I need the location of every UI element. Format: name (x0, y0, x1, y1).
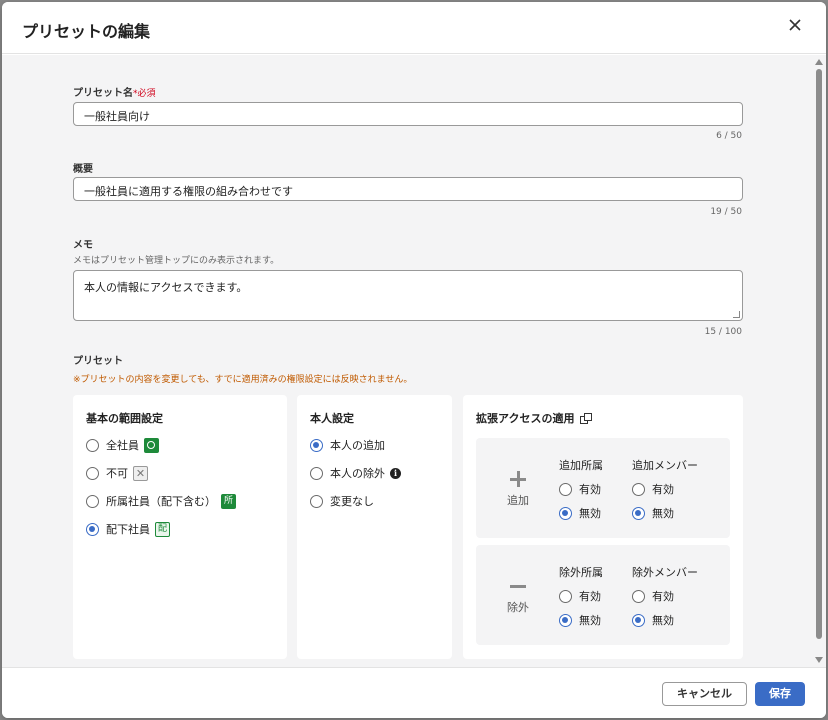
scrollbar[interactable] (815, 59, 823, 663)
add-dept-disabled[interactable]: 無効 (559, 505, 601, 521)
preset-name-counter: 6 / 50 (716, 131, 742, 141)
preset-section-label: プリセット (73, 356, 123, 367)
scroll-down-arrow-icon[interactable] (815, 657, 823, 663)
extended-access-card: 拡張アクセスの適用 追加 追加所属 追加メンバー 有効 無効 有効 無効 除外 … (463, 395, 743, 659)
option-label: 無効 (652, 507, 674, 520)
close-icon[interactable] (786, 16, 804, 34)
option-label: 無効 (652, 614, 674, 627)
remove-member-disabled[interactable]: 無効 (632, 612, 674, 628)
scroll-up-arrow-icon[interactable] (815, 59, 823, 65)
add-member-enabled[interactable]: 有効 (632, 481, 674, 497)
summary-input[interactable]: 一般社員に適用する権限の組み合わせです (73, 177, 743, 201)
all-employees-badge-icon (144, 437, 159, 453)
preset-name-label: プリセット名*必須 (73, 88, 156, 99)
scope-option-all[interactable]: 全社員 (86, 437, 159, 453)
scope-card: 基本の範囲設定 全社員 不可 ✕ 所属社員（配下含む） 所 配下社員 配 (73, 395, 287, 659)
edit-preset-dialog: プリセットの編集 プリセット名*必須 一般社員向け 6 / 50 概要 一般社員… (2, 2, 826, 718)
memo-counter: 15 / 100 (704, 327, 742, 337)
dialog-title: プリセットの編集 (22, 22, 151, 41)
radio-button-selected[interactable] (559, 613, 572, 627)
add-member-disabled[interactable]: 無効 (632, 505, 674, 521)
option-label: 不可 (106, 467, 128, 480)
memo-textarea[interactable]: 本人の情報にアクセスできます。 (73, 270, 743, 321)
option-label: 変更なし (330, 495, 374, 508)
extended-title: 拡張アクセスの適用 (476, 410, 593, 426)
preset-name-input[interactable]: 一般社員向け (73, 102, 743, 126)
plus-icon (509, 471, 527, 487)
radio-button-selected[interactable] (559, 506, 572, 520)
self-option-exclude[interactable]: 本人の除外 i (310, 465, 401, 481)
radio-button[interactable] (632, 589, 645, 603)
summary-counter: 19 / 50 (710, 207, 742, 217)
radio-button[interactable] (559, 589, 572, 603)
extended-remove-box: 除外 除外所属 除外メンバー 有効 無効 有効 無効 (476, 545, 730, 645)
radio-button-selected[interactable] (86, 522, 99, 536)
self-option-nochange[interactable]: 変更なし (310, 493, 374, 509)
remove-label: 除外 (507, 601, 529, 614)
radio-button[interactable] (310, 466, 323, 480)
radio-button[interactable] (559, 482, 572, 496)
department-badge: 所 (221, 493, 236, 509)
remove-member-title: 除外メンバー (632, 566, 698, 579)
dialog-body: プリセット名*必須 一般社員向け 6 / 50 概要 一般社員に適用する権限の組… (2, 55, 826, 667)
info-icon[interactable]: i (390, 467, 401, 479)
subordinates-badge: 配 (155, 521, 170, 537)
required-mark: *必須 (133, 89, 156, 99)
scope-option-subordinates[interactable]: 配下社員 配 (86, 521, 170, 537)
option-label: 無効 (579, 507, 601, 520)
summary-label: 概要 (73, 164, 93, 175)
option-label: 有効 (652, 590, 674, 603)
option-label: 全社員 (106, 439, 139, 452)
memo-text: 本人の情報にアクセスできます。 (84, 281, 248, 294)
add-label: 追加 (507, 494, 529, 507)
radio-button-selected[interactable] (632, 506, 645, 520)
add-dept-title: 追加所属 (559, 459, 603, 472)
option-label: 所属社員（配下含む） (106, 495, 216, 508)
preset-warning: ※プリセットの内容を変更しても、すでに適用済みの権限設定には反映されません。 (73, 375, 413, 385)
radio-button-selected[interactable] (310, 438, 323, 452)
radio-button[interactable] (632, 482, 645, 496)
scrollbar-thumb[interactable] (816, 69, 822, 639)
remove-dept-title: 除外所属 (559, 566, 603, 579)
external-link-icon[interactable] (580, 413, 593, 425)
option-label: 本人の追加 (330, 439, 385, 452)
option-label: 本人の除外 (330, 467, 385, 480)
extended-add-box: 追加 追加所属 追加メンバー 有効 無効 有効 無効 (476, 438, 730, 538)
remove-dept-disabled[interactable]: 無効 (559, 612, 601, 628)
memo-hint: メモはプリセット管理トップにのみ表示されます。 (73, 256, 280, 266)
radio-button[interactable] (310, 494, 323, 508)
dialog-header: プリセットの編集 (2, 2, 826, 54)
self-card: 本人設定 本人の追加 本人の除外 i 変更なし (297, 395, 452, 659)
radio-button[interactable] (86, 438, 99, 452)
scope-option-department[interactable]: 所属社員（配下含む） 所 (86, 493, 236, 509)
remove-member-enabled[interactable]: 有効 (632, 588, 674, 604)
resize-handle-icon[interactable] (733, 311, 740, 318)
minus-icon (509, 578, 527, 594)
add-member-title: 追加メンバー (632, 459, 698, 472)
radio-button[interactable] (86, 494, 99, 508)
option-label: 有効 (579, 483, 601, 496)
no-access-badge-icon: ✕ (133, 465, 148, 481)
radio-button[interactable] (86, 466, 99, 480)
dialog-footer: キャンセル 保存 (2, 667, 826, 718)
option-label: 配下社員 (106, 523, 150, 536)
option-label: 無効 (579, 614, 601, 627)
option-label: 有効 (579, 590, 601, 603)
cancel-button[interactable]: キャンセル (662, 682, 747, 706)
self-option-add[interactable]: 本人の追加 (310, 437, 385, 453)
scope-title: 基本の範囲設定 (86, 412, 163, 425)
radio-button-selected[interactable] (632, 613, 645, 627)
save-button[interactable]: 保存 (755, 682, 805, 706)
remove-dept-enabled[interactable]: 有効 (559, 588, 601, 604)
self-title: 本人設定 (310, 412, 354, 425)
scope-option-none[interactable]: 不可 ✕ (86, 465, 148, 481)
memo-label: メモ (73, 240, 93, 251)
add-dept-enabled[interactable]: 有効 (559, 481, 601, 497)
option-label: 有効 (652, 483, 674, 496)
